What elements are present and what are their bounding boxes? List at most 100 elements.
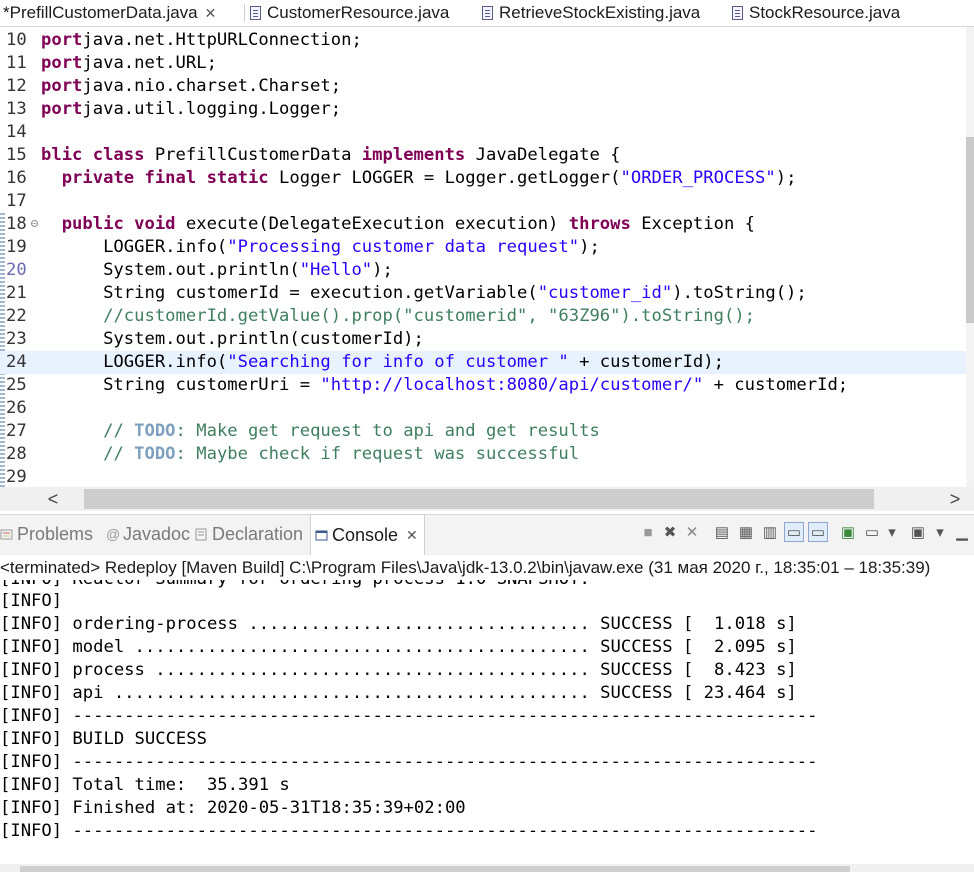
code-line[interactable]: 12 portjava.nio.charset.Charset;: [0, 75, 966, 98]
open-console-icon[interactable]: ▣: [908, 522, 928, 542]
show-on-stderr-icon[interactable]: ▭: [808, 522, 828, 542]
code-line[interactable]: 25 String customerUri = "http://localhos…: [0, 374, 966, 397]
tab-label: Javadoc: [123, 523, 191, 544]
code-text: //customerId.getValue().prop("customerid…: [41, 305, 755, 328]
problems-icon: [0, 529, 13, 539]
code-line[interactable]: 21 String customerId = execution.getVari…: [0, 282, 966, 305]
code-line[interactable]: 16 private final static Logger LOGGER = …: [0, 167, 966, 190]
code-line[interactable]: 20 System.out.println("Hello");: [0, 259, 966, 282]
tab-label: Declaration: [212, 523, 304, 544]
console-line: [INFO] Reactor Summary for ordering-proc…: [0, 580, 590, 591]
code-token: port: [41, 30, 83, 50]
word-wrap-icon[interactable]: ▥: [760, 522, 780, 542]
line-number: 20: [6, 260, 27, 280]
line-number: 29: [6, 467, 27, 487]
close-icon[interactable]: ✕: [205, 5, 217, 22]
code-token: Logger LOGGER = Logger.getLogger(: [268, 168, 621, 188]
console-horizontal-scroll-thumb[interactable]: [20, 866, 850, 872]
code-token: java.net.HttpURLConnection;: [82, 30, 362, 50]
close-icon[interactable]: ✕: [406, 527, 418, 544]
code-editor[interactable]: 10 portjava.net.HttpURLConnection; 11 portj…: [0, 27, 974, 487]
java-file-icon: [482, 6, 493, 20]
tab-label: Console: [332, 524, 399, 545]
code-text: portjava.net.HttpURLConnection;: [41, 29, 362, 52]
code-text: System.out.println("Hello");: [41, 259, 393, 282]
chevron-down-icon[interactable]: ▾: [882, 522, 902, 542]
code-line[interactable]: 17: [0, 190, 966, 213]
code-line[interactable]: 26: [0, 397, 966, 420]
pin-console-icon[interactable]: ▣: [838, 522, 858, 542]
code-token: + customerId);: [568, 352, 724, 372]
clear-console-icon[interactable]: ▤: [712, 522, 732, 542]
code-text: // TODO: Maybe check if request was succ…: [41, 443, 579, 466]
code-token: "http://localhost:8080/api/customer/": [320, 375, 704, 395]
code-token: : Maybe check if request was successful: [175, 444, 580, 464]
code-line[interactable]: 28 // TODO: Maybe check if request was s…: [0, 443, 966, 466]
tab-prefill-customer-data[interactable]: *PrefillCustomerData.java ✕: [3, 0, 217, 26]
code-token: throws: [568, 214, 631, 234]
line-number: 16: [6, 168, 27, 188]
scroll-right-icon[interactable]: >: [940, 487, 970, 511]
line-number: 26: [6, 398, 27, 418]
remove-launch-icon[interactable]: ✖: [660, 522, 680, 542]
code-token: //customerId.getValue().prop("customerid…: [103, 306, 756, 326]
line-number: 28: [6, 444, 27, 464]
code-line[interactable]: 22 //customerId.getValue().prop("custome…: [0, 305, 966, 328]
code-text: // TODO: Make get request to api and get…: [41, 420, 600, 443]
code-token: LOGGER.info(: [41, 237, 228, 257]
tab-stock-resource[interactable]: StockResource.java: [732, 0, 900, 26]
line-number: 17: [6, 191, 27, 211]
scroll-left-icon[interactable]: <: [38, 487, 68, 511]
tab-problems[interactable]: Problems: [0, 515, 93, 553]
show-on-stdout-icon[interactable]: ▭: [784, 522, 804, 542]
chevron-down-icon[interactable]: ▾: [930, 522, 950, 542]
code-text: blic class PrefillCustomerData implement…: [41, 144, 621, 167]
collapse-icon[interactable]: –: [31, 220, 38, 227]
code-token: );: [372, 260, 393, 280]
code-token: "Hello": [299, 260, 373, 280]
code-line[interactable]: 11 portjava.net.URL;: [0, 52, 966, 75]
code-text: portjava.net.URL;: [41, 52, 217, 75]
code-line[interactable]: 19 LOGGER.info("Processing customer data…: [0, 236, 966, 259]
code-token: : Make get request to api and get result…: [175, 421, 600, 441]
code-line[interactable]: 29: [0, 466, 966, 487]
scroll-lock-icon[interactable]: ▦: [736, 522, 756, 542]
code-token: port: [41, 99, 83, 119]
line-number: 14: [6, 122, 27, 142]
console-output[interactable]: [INFO] Reactor Summary for ordering-proc…: [0, 580, 974, 864]
code-token: String customerId = execution.getVariabl…: [41, 283, 538, 303]
minimize-icon[interactable]: ▁: [952, 522, 972, 542]
console-description: <terminated> Redeploy [Maven Build] C:\P…: [0, 556, 974, 580]
code-line[interactable]: 15 blic class PrefillCustomerData impleme…: [0, 144, 966, 167]
code-line[interactable]: 27 // TODO: Make get request to api and …: [0, 420, 966, 443]
code-token: private final static: [61, 168, 269, 188]
code-text: LOGGER.info("Processing customer data re…: [41, 236, 600, 259]
editor-horizontal-scroll-thumb[interactable]: [84, 489, 874, 509]
console-line: [INFO] Finished at: 2020-05-31T18:35:39+…: [0, 798, 466, 818]
javadoc-icon: @: [106, 525, 121, 542]
java-file-icon: [250, 6, 261, 20]
tab-declaration[interactable]: Declaration: [195, 515, 303, 553]
code-token: java.net.URL;: [82, 53, 217, 73]
terminate-icon[interactable]: ■: [638, 522, 658, 542]
code-line[interactable]: 10 portjava.net.HttpURLConnection;: [0, 29, 966, 52]
editor-vertical-scroll-thumb[interactable]: [966, 137, 974, 323]
code-line[interactable]: 14: [0, 121, 966, 144]
display-console-icon[interactable]: ▭: [862, 522, 882, 542]
code-line[interactable]: 24 LOGGER.info("Searching for info of cu…: [0, 351, 966, 374]
code-line[interactable]: 23 System.out.println(customerId);: [0, 328, 966, 351]
code-line[interactable]: 18– public void execute(DelegateExecutio…: [0, 213, 966, 236]
code-token: blic class: [41, 145, 145, 165]
tab-label: CustomerResource.java: [267, 3, 450, 22]
line-number: 11: [6, 53, 27, 73]
line-number: 27: [6, 421, 27, 441]
code-text: LOGGER.info("Searching for info of custo…: [41, 351, 724, 374]
remove-all-terminated-icon[interactable]: ✕: [682, 522, 702, 542]
code-line[interactable]: 13 portjava.util.logging.Logger;: [0, 98, 966, 121]
tab-customer-resource[interactable]: CustomerResource.java: [250, 0, 449, 26]
tab-javadoc[interactable]: @ Javadoc: [106, 515, 190, 553]
tab-retrieve-stock-existing[interactable]: RetrieveStockExisting.java: [482, 0, 700, 26]
tab-console[interactable]: Console ✕: [310, 514, 425, 555]
code-token: "Searching for info of customer ": [227, 352, 569, 372]
